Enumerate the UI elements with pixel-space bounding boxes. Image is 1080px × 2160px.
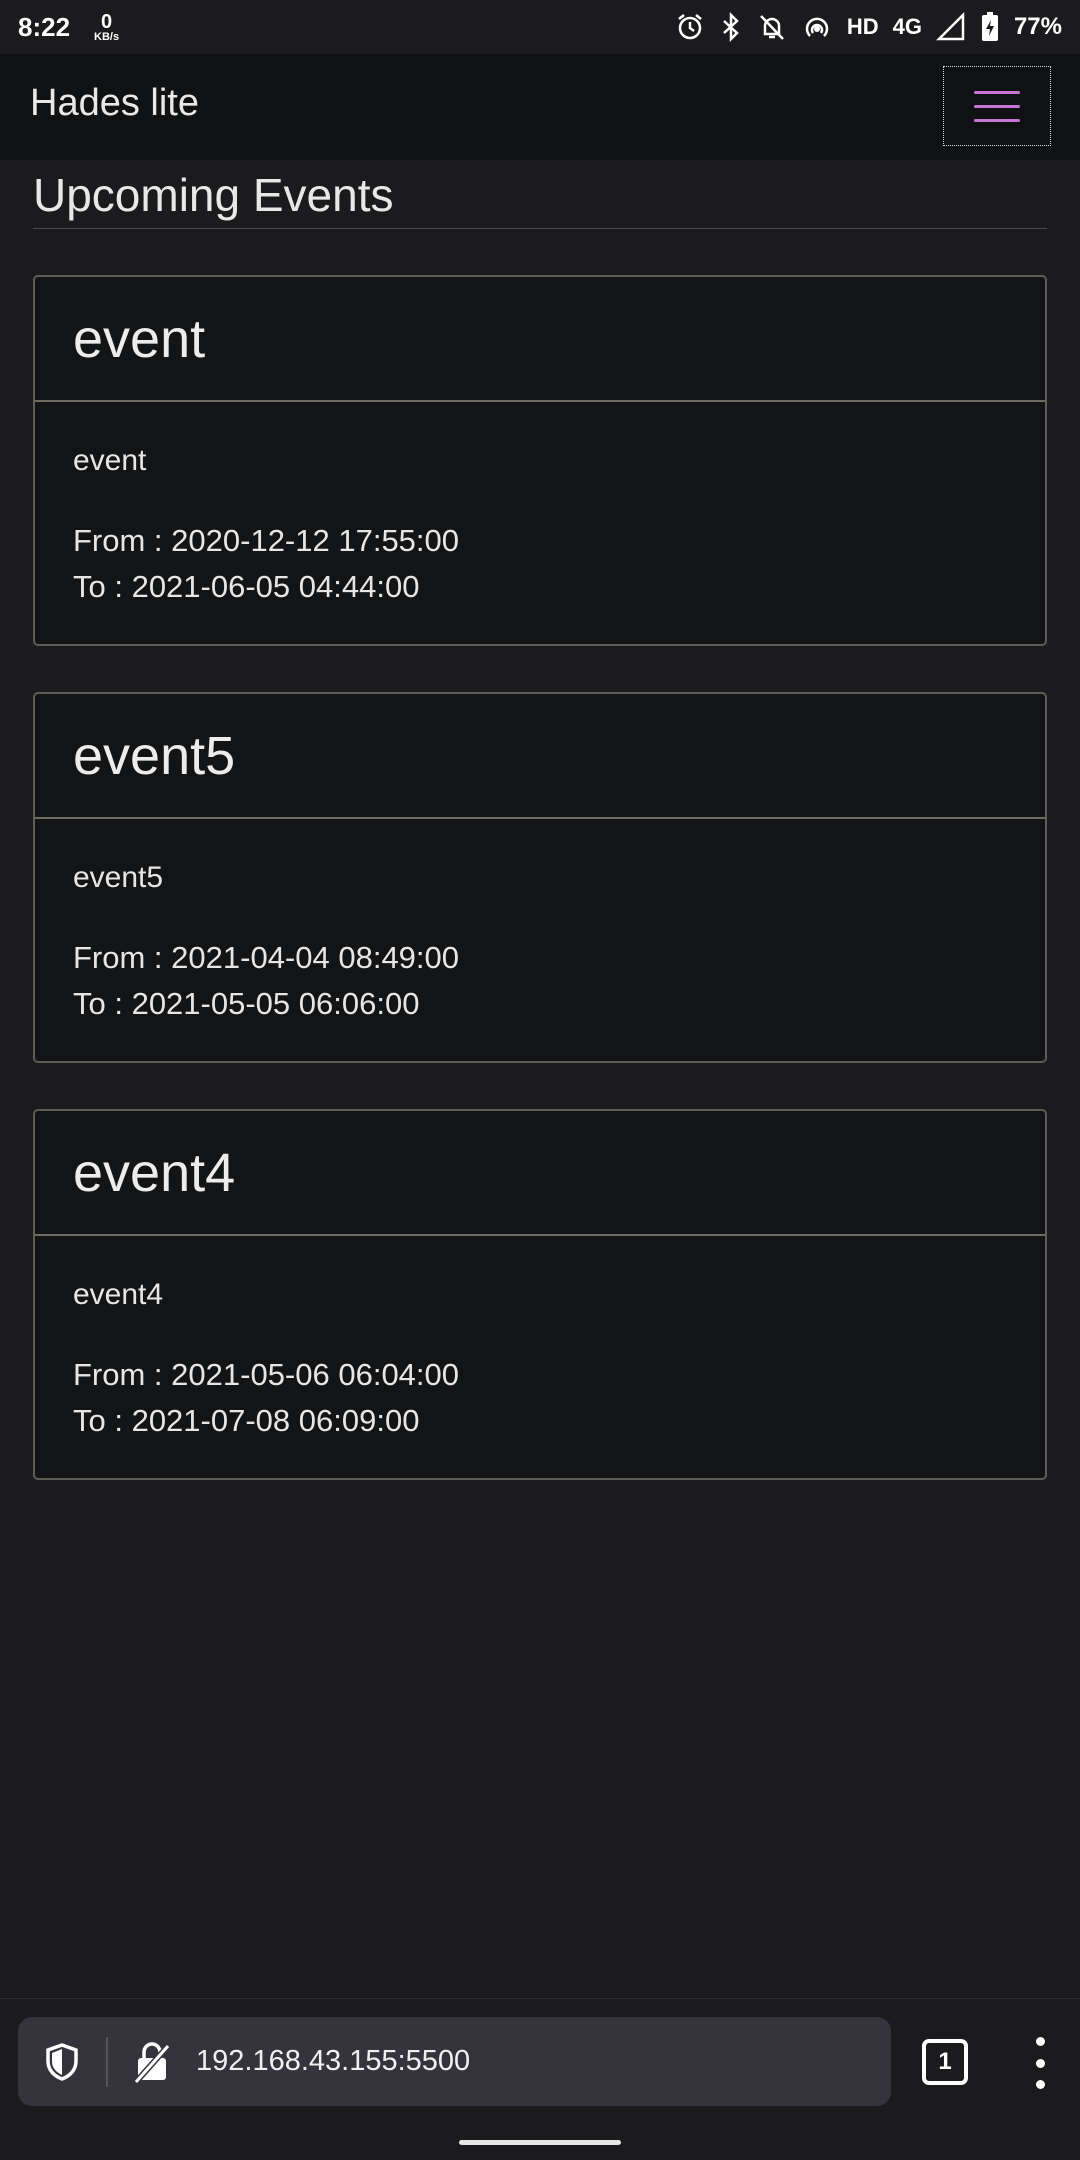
status-bar: 8:22 0 KB/s HD 4G 77%: [0, 0, 1080, 54]
network-speed-value: 0: [101, 10, 113, 33]
hamburger-icon-bar: [974, 118, 1020, 122]
event-to: To : 2021-05-05 06:06:00: [73, 986, 420, 1021]
tab-count: 1: [938, 2048, 952, 2075]
event-from: From : 2020-12-12 17:55:00: [73, 523, 460, 558]
event-to: To : 2021-07-08 06:09:00: [73, 1403, 420, 1438]
event-title: event5: [73, 725, 236, 786]
event-card-body: event From : 2020-12-12 17:55:00 To : 20…: [35, 402, 1045, 610]
shield-icon[interactable]: [18, 2042, 106, 2082]
title-divider: [33, 228, 1047, 229]
event-card-header: event4: [35, 1111, 1045, 1236]
event-description: event5: [73, 861, 164, 894]
browser-toolbar: 192.168.43.155:5500 1: [0, 1998, 1080, 2124]
event-description: event: [73, 444, 147, 477]
event-card-body: event5 From : 2021-04-04 08:49:00 To : 2…: [35, 819, 1045, 1027]
more-dot: [1035, 2080, 1045, 2089]
more-vert-icon[interactable]: [1022, 2037, 1058, 2089]
network-type: 4G: [892, 14, 922, 39]
signal-icon: [935, 12, 966, 42]
event-from: From : 2021-04-04 08:49:00: [73, 940, 460, 975]
network-speed: 0 KB/s: [94, 12, 119, 43]
event-card: event5 event5 From : 2021-04-04 08:49:00…: [33, 692, 1047, 1063]
event-card-header: event: [35, 277, 1045, 402]
alarm-icon: [675, 12, 705, 42]
address-bar[interactable]: 192.168.43.155:5500: [18, 2017, 891, 2106]
url-text[interactable]: 192.168.43.155:5500: [196, 2045, 470, 2078]
bluetooth-icon: [719, 12, 743, 42]
event-to: To : 2021-06-05 04:44:00: [73, 569, 420, 604]
tabs-icon[interactable]: 1: [922, 2039, 968, 2085]
event-title: event: [73, 308, 206, 369]
more-dot: [1035, 2037, 1045, 2046]
status-icons: HD 4G 77%: [675, 11, 1062, 43]
menu-toggle-button[interactable]: [943, 66, 1051, 146]
event-card: event event From : 2020-12-12 17:55:00 T…: [33, 275, 1047, 646]
status-time: 8:22: [18, 11, 71, 42]
brand-title[interactable]: Hades lite: [30, 82, 199, 125]
battery-charging-icon: [980, 11, 1000, 43]
event-description: event4: [73, 1278, 164, 1311]
home-indicator[interactable]: [459, 2140, 621, 2145]
event-card: event4 event4 From : 2021-05-06 06:04:00…: [33, 1109, 1047, 1480]
network-label: HD: [846, 14, 879, 39]
event-card-header: event5: [35, 694, 1045, 819]
muted-bell-icon: [757, 12, 787, 42]
more-dot: [1035, 2058, 1045, 2068]
hamburger-icon: [974, 90, 1020, 94]
event-from: From : 2021-05-06 06:04:00: [73, 1357, 460, 1392]
hamburger-icon-bar: [974, 104, 1020, 108]
network-speed-unit: KB/s: [94, 30, 120, 43]
event-card-body: event4 From : 2021-05-06 06:04:00 To : 2…: [35, 1236, 1045, 1444]
battery-percentage: 77%: [1013, 13, 1062, 40]
navbar: Hades lite: [0, 54, 1080, 160]
event-title: event4: [73, 1142, 236, 1203]
hotspot-icon: [801, 12, 833, 42]
page-title: Upcoming Events: [33, 169, 394, 221]
insecure-lock-icon[interactable]: [108, 2040, 196, 2084]
